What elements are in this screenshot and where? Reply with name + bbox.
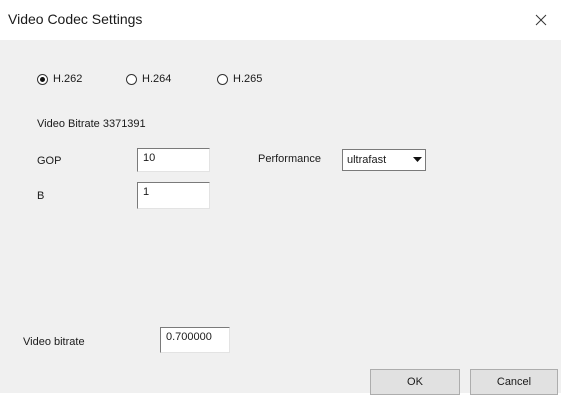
video-bitrate-input[interactable]: 0.700000	[160, 327, 230, 353]
video-bitrate-label: Video bitrate	[23, 336, 85, 348]
performance-select-value: ultrafast	[347, 154, 387, 166]
cancel-button[interactable]: Cancel	[470, 369, 558, 395]
close-button[interactable]	[521, 0, 561, 40]
dialog-body: H.262 H.264 H.265 Video Bitrate 3371391 …	[0, 40, 561, 395]
title-bar: Video Codec Settings	[0, 0, 561, 40]
radio-h264-indicator[interactable]	[126, 73, 137, 85]
radio-h264-label: H.264	[142, 73, 172, 85]
radio-h265[interactable]: H.265	[217, 73, 262, 85]
performance-label: Performance	[258, 153, 321, 165]
ok-button[interactable]: OK	[370, 369, 460, 395]
close-icon	[535, 14, 547, 26]
radio-h262-label: H.262	[53, 73, 83, 85]
window-title: Video Codec Settings	[8, 11, 143, 27]
radio-h262[interactable]: H.262	[37, 73, 82, 85]
radio-h264[interactable]: H.264	[126, 73, 171, 85]
gop-label: GOP	[37, 155, 62, 167]
radio-h262-indicator[interactable]	[37, 73, 48, 85]
radio-h265-indicator[interactable]	[217, 73, 228, 85]
gop-input[interactable]: 10	[137, 148, 210, 172]
performance-select[interactable]: ultrafast	[342, 149, 426, 171]
radio-h265-label: H.265	[233, 73, 263, 85]
chevron-down-icon[interactable]	[409, 150, 425, 170]
video-bitrate-readout: Video Bitrate 3371391	[37, 118, 146, 130]
video-codec-settings-dialog: Video Codec Settings H.262 H.264 H.265 V…	[0, 0, 561, 395]
b-label: B	[37, 190, 45, 202]
b-input[interactable]: 1	[137, 182, 210, 209]
